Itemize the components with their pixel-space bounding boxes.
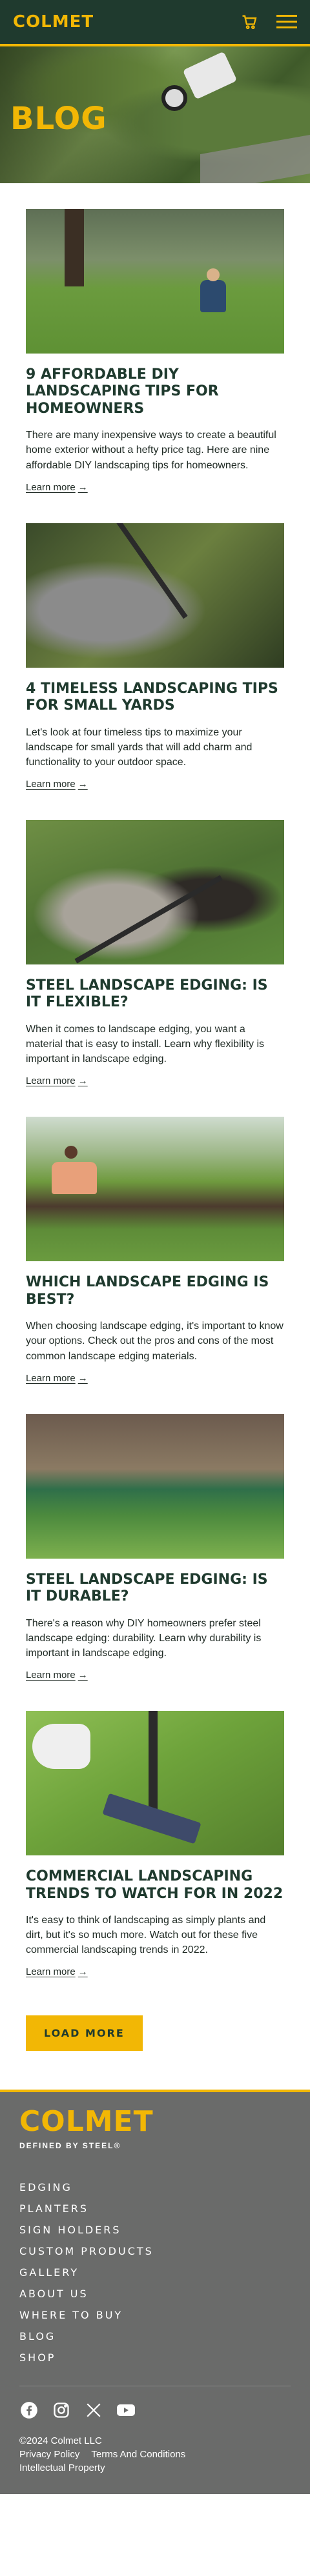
arrow-right-icon: → xyxy=(78,1075,88,1087)
post-title[interactable]: 9 Affordable DIY Landscaping Tips for Ho… xyxy=(26,366,284,417)
learn-more-label: Learn more xyxy=(26,1075,76,1087)
hero-image-wheel xyxy=(161,85,187,111)
instagram-icon[interactable] xyxy=(52,2401,71,2420)
learn-more-link[interactable]: Learn more → xyxy=(26,779,88,790)
post-image[interactable] xyxy=(26,1413,284,1559)
post-excerpt: There are many inexpensive ways to creat… xyxy=(26,430,276,471)
youtube-icon[interactable] xyxy=(116,2401,136,2420)
learn-more-label: Learn more xyxy=(26,779,76,790)
post-title[interactable]: Steel Landscape Edging: Is It Flexible? xyxy=(26,977,284,1012)
footer-link-shop[interactable]: Shop xyxy=(19,2351,291,2364)
footer-link-planters[interactable]: Planters xyxy=(19,2202,291,2215)
learn-more-label: Learn more xyxy=(26,1372,76,1384)
blog-post: Which Landscape Edging is Best? When cho… xyxy=(26,1117,284,1384)
site-footer: COLMET DEFINED BY STEEL® Edging Planters… xyxy=(0,2090,310,2495)
learn-more-label: Learn more xyxy=(26,1670,76,1681)
blog-post: Steel Landscape Edging: Is It Durable? T… xyxy=(26,1413,284,1681)
post-title[interactable]: Which Landscape Edging is Best? xyxy=(26,1274,284,1308)
learn-more-label: Learn more xyxy=(26,481,76,493)
privacy-policy-link[interactable]: Privacy Policy xyxy=(19,2448,79,2461)
post-image[interactable] xyxy=(26,523,284,668)
hero-image-wheelbarrow xyxy=(182,51,238,100)
footer-logo[interactable]: COLMET xyxy=(19,2108,291,2136)
learn-more-link[interactable]: Learn more → xyxy=(26,482,88,493)
post-excerpt: When it comes to landscape edging, you w… xyxy=(26,1023,265,1065)
blog-post: 4 Timeless Landscaping Tips for Small Ya… xyxy=(26,523,284,790)
intellectual-property-link[interactable]: Intellectual Property xyxy=(19,2462,105,2473)
footer-tagline: DEFINED BY STEEL® xyxy=(19,2141,121,2151)
post-image[interactable] xyxy=(26,209,284,354)
footer-link-custom-products[interactable]: Custom Products xyxy=(19,2245,291,2257)
footer-link-edging[interactable]: Edging xyxy=(19,2181,291,2193)
footer-nav: Edging Planters Sign Holders Custom Prod… xyxy=(19,2181,291,2364)
legal: ©2024 Colmet LLC Privacy Policy Terms An… xyxy=(19,2434,291,2475)
social-links xyxy=(19,2401,291,2420)
post-image[interactable] xyxy=(26,1711,284,1856)
blog-post: Steel Landscape Edging: Is It Flexible? … xyxy=(26,820,284,1087)
arrow-right-icon: → xyxy=(78,779,88,790)
x-icon[interactable] xyxy=(84,2401,103,2420)
arrow-right-icon: → xyxy=(78,1966,88,1978)
footer-link-gallery[interactable]: Gallery xyxy=(19,2266,291,2279)
blog-hero: BLOG xyxy=(0,46,310,183)
blog-post: 9 Affordable DIY Landscaping Tips for Ho… xyxy=(26,209,284,494)
colmet-logo[interactable]: COLMET xyxy=(13,12,94,32)
hamburger-menu-icon[interactable] xyxy=(276,12,297,32)
footer-link-blog[interactable]: Blog xyxy=(19,2330,291,2342)
post-excerpt: When choosing landscape edging, it's imp… xyxy=(26,1321,284,1362)
blog-post: Commercial Landscaping Trends to Watch f… xyxy=(26,1711,284,1978)
post-excerpt: There's a reason why DIY homeowners pref… xyxy=(26,1617,262,1659)
cart-icon[interactable] xyxy=(239,12,260,32)
site-header: COLMET xyxy=(0,0,310,46)
post-excerpt: Let's look at four timeless tips to maxi… xyxy=(26,726,253,768)
footer-link-about-us[interactable]: About Us xyxy=(19,2288,291,2300)
copyright: ©2024 Colmet LLC xyxy=(19,2435,102,2447)
terms-link[interactable]: Terms And Conditions xyxy=(91,2448,185,2461)
post-excerpt: It's easy to think of landscaping as sim… xyxy=(26,1914,266,1956)
post-title[interactable]: Commercial Landscaping Trends to Watch f… xyxy=(26,1868,284,1902)
legal-links: Privacy Policy Terms And Conditions xyxy=(19,2448,291,2461)
learn-more-link[interactable]: Learn more → xyxy=(26,1966,88,1977)
arrow-right-icon: → xyxy=(78,1372,88,1384)
footer-link-sign-holders[interactable]: Sign Holders xyxy=(19,2224,291,2236)
learn-more-label: Learn more xyxy=(26,1966,76,1978)
arrow-right-icon: → xyxy=(78,1670,88,1681)
facebook-icon[interactable] xyxy=(19,2401,39,2420)
blog-post-list: 9 Affordable DIY Landscaping Tips for Ho… xyxy=(0,183,310,1978)
load-more-button[interactable]: LOAD MORE xyxy=(26,2015,143,2052)
page-title: BLOG xyxy=(10,101,107,137)
post-title[interactable]: Steel Landscape Edging: Is It Durable? xyxy=(26,1572,284,1606)
load-more-section: LOAD MORE xyxy=(0,2008,310,2090)
footer-link-where-to-buy[interactable]: Where To Buy xyxy=(19,2309,291,2321)
hero-image-paver xyxy=(200,135,310,183)
learn-more-link[interactable]: Learn more → xyxy=(26,1373,88,1384)
post-image[interactable] xyxy=(26,1117,284,1262)
arrow-right-icon: → xyxy=(78,481,88,493)
post-title[interactable]: 4 Timeless Landscaping Tips for Small Ya… xyxy=(26,681,284,715)
post-image[interactable] xyxy=(26,820,284,965)
header-actions xyxy=(239,12,297,32)
learn-more-link[interactable]: Learn more → xyxy=(26,1670,88,1681)
learn-more-link[interactable]: Learn more → xyxy=(26,1075,88,1086)
